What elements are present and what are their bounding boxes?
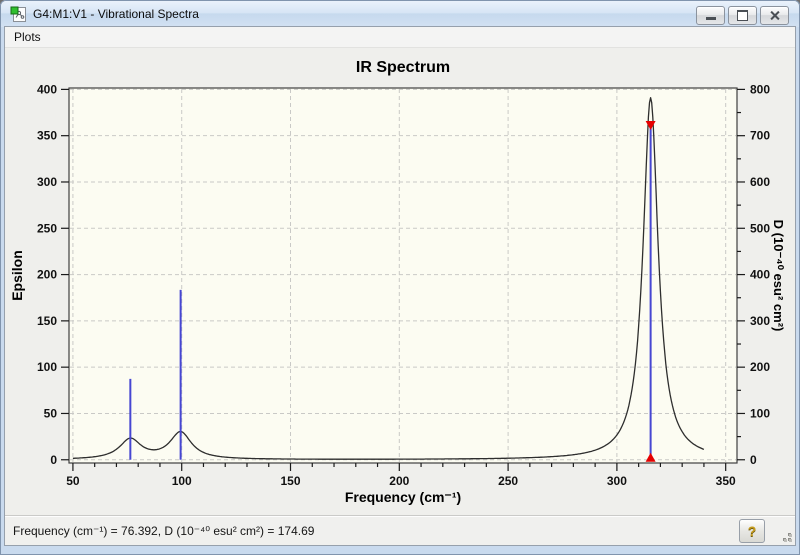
statusbar: Frequency (cm⁻¹) = 76.392, D (10⁻⁴⁰ esu²… (5, 515, 795, 545)
svg-text:800: 800 (750, 82, 770, 96)
svg-text:200: 200 (37, 268, 57, 282)
svg-text:100: 100 (750, 406, 770, 420)
molecule-document-icon (10, 6, 26, 22)
svg-text:50: 50 (44, 406, 58, 420)
titlebar[interactable]: G4:M1:V1 - Vibrational Spectra (1, 1, 799, 27)
maximize-icon (737, 10, 748, 21)
help-button[interactable]: ? (739, 519, 765, 543)
svg-text:250: 250 (37, 221, 57, 235)
svg-text:150: 150 (37, 314, 57, 328)
question-mark-icon: ? (747, 523, 757, 539)
svg-text:200: 200 (389, 474, 409, 488)
svg-text:250: 250 (498, 474, 518, 488)
window-controls (696, 6, 789, 25)
menu-plots[interactable]: Plots (7, 28, 48, 46)
svg-text:400: 400 (750, 268, 770, 282)
window-content: Plots 50 100 150 200 250 300 350 0 50 100 150 200 25… (4, 26, 796, 546)
svg-text:0: 0 (50, 453, 57, 467)
svg-text:0: 0 (750, 453, 757, 467)
svg-text:300: 300 (607, 474, 627, 488)
svg-text:100: 100 (172, 474, 192, 488)
svg-text:400: 400 (37, 82, 57, 96)
window-title: G4:M1:V1 - Vibrational Spectra (33, 7, 199, 21)
ir-spectrum-chart[interactable]: 50 100 150 200 250 300 350 0 50 100 150 200 250 300 35… (5, 48, 795, 515)
svg-text:500: 500 (750, 221, 770, 235)
resize-grip-icon[interactable] (780, 530, 792, 542)
close-button[interactable] (760, 6, 789, 25)
svg-text:D (10⁻⁴⁰ esu² cm²): D (10⁻⁴⁰ esu² cm²) (771, 220, 786, 332)
svg-text:600: 600 (750, 175, 770, 189)
svg-text:100: 100 (37, 360, 57, 374)
svg-text:700: 700 (750, 129, 770, 143)
minimize-button[interactable] (696, 6, 725, 25)
svg-text:150: 150 (280, 474, 300, 488)
svg-text:350: 350 (37, 129, 57, 143)
close-icon (769, 10, 780, 21)
svg-text:350: 350 (716, 474, 736, 488)
svg-text:IR Spectrum: IR Spectrum (356, 59, 450, 76)
maximize-button[interactable] (728, 6, 757, 25)
svg-text:Frequency (cm⁻¹): Frequency (cm⁻¹) (345, 489, 461, 505)
chart-area: 50 100 150 200 250 300 350 0 50 100 150 200 250 300 35… (5, 48, 795, 515)
status-readout: Frequency (cm⁻¹) = 76.392, D (10⁻⁴⁰ esu²… (13, 524, 315, 538)
svg-text:200: 200 (750, 360, 770, 374)
svg-text:Epsilon: Epsilon (9, 250, 25, 301)
svg-text:50: 50 (66, 474, 80, 488)
vibrational-spectra-window: G4:M1:V1 - Vibrational Spectra Plots 50 1… (0, 0, 800, 555)
minimize-icon (705, 17, 716, 20)
menubar: Plots (5, 27, 795, 48)
svg-text:300: 300 (750, 314, 770, 328)
svg-text:300: 300 (37, 175, 57, 189)
